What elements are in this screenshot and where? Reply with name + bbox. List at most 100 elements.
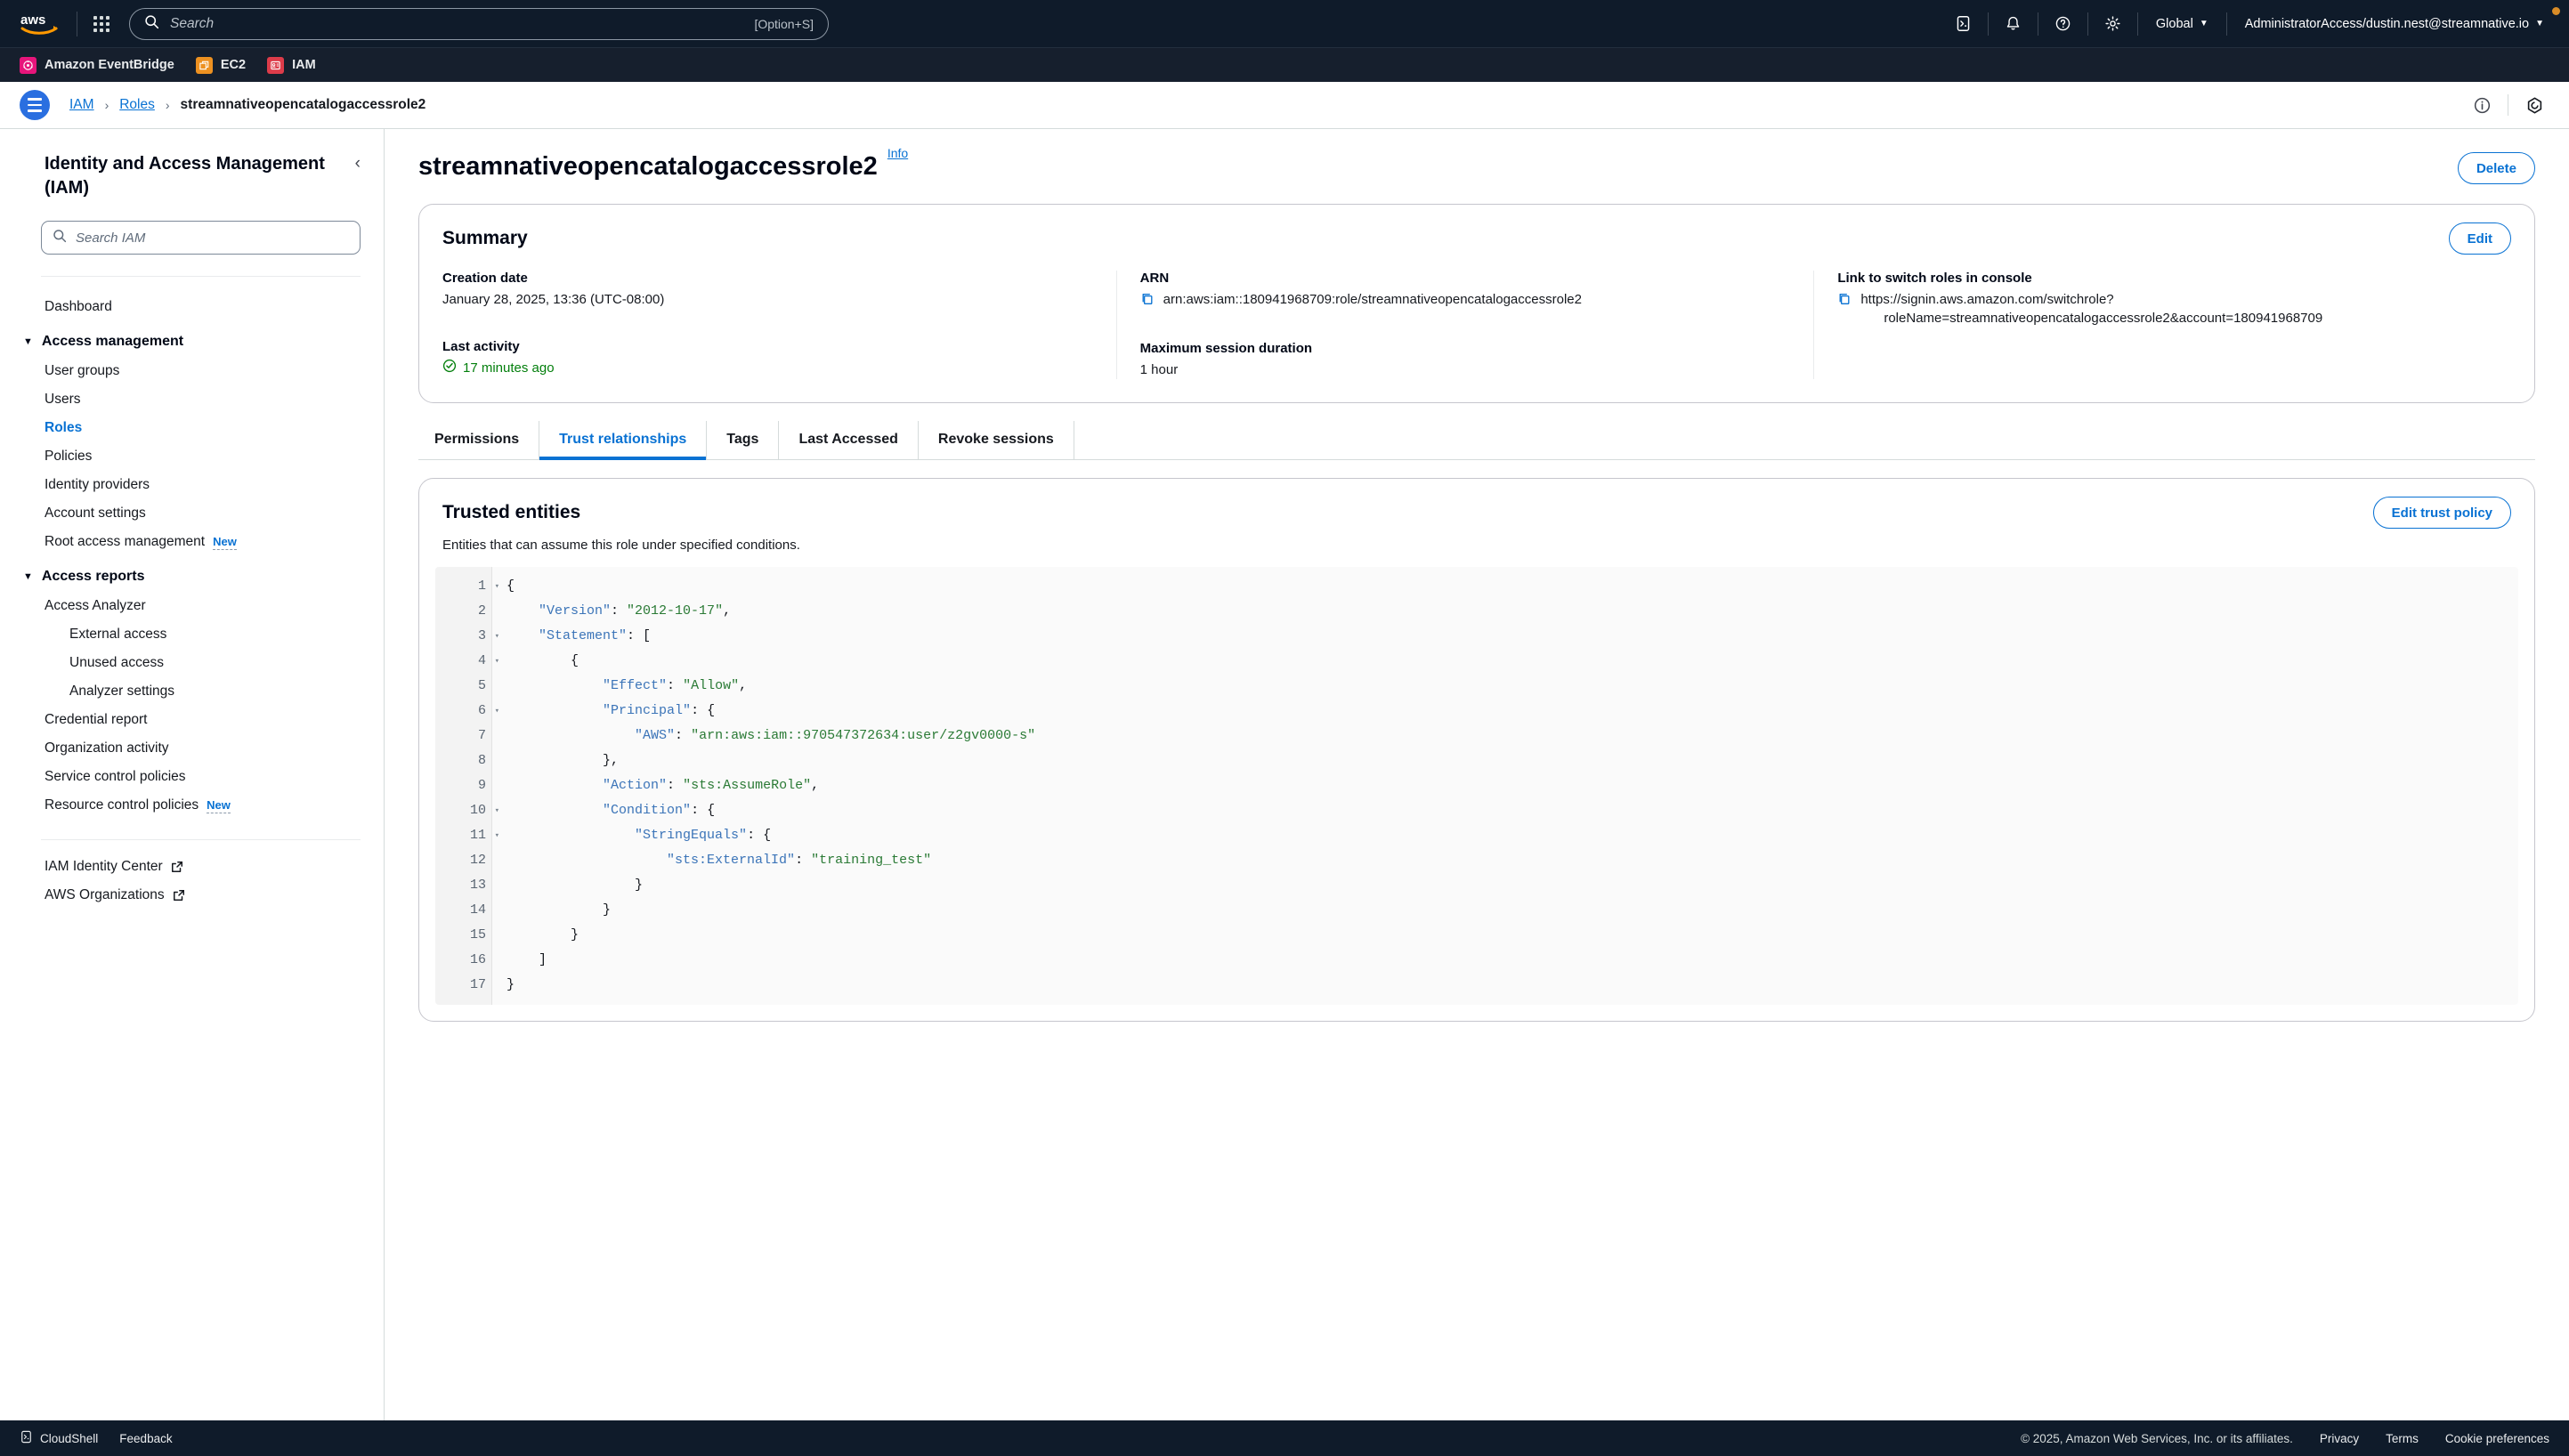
edit-trust-policy-button[interactable]: Edit trust policy (2373, 497, 2511, 529)
sidebar-item-unused-access[interactable]: Unused access (0, 649, 384, 677)
aws-logo[interactable]: aws (16, 9, 64, 39)
sidebar-group-access-management[interactable]: ▼ Access management (0, 321, 384, 357)
footer-cookie-preferences-link[interactable]: Cookie preferences (2445, 1432, 2549, 1445)
code-line-number: 2 (435, 599, 491, 624)
last-activity-block: Last activity 17 minutes ago (442, 339, 1093, 376)
trusted-entities-description: Entities that can assume this role under… (419, 529, 2534, 567)
cloudshell-icon[interactable] (1948, 9, 1979, 39)
code-line: } (507, 973, 2518, 998)
code-indent (507, 703, 603, 718)
footer-privacy-link[interactable]: Privacy (2320, 1432, 2359, 1445)
notifications-icon[interactable] (1998, 9, 2029, 39)
code-token-pun: : { (747, 828, 771, 843)
sidebar-item-resource-control-policies[interactable]: Resource control policies New (0, 791, 384, 820)
code-line: "Principal": { (507, 699, 2518, 724)
sidebar-item-policies[interactable]: Policies (0, 442, 384, 471)
trusted-entities-card: Trusted entities Edit trust policy Entit… (418, 478, 2535, 1022)
copy-icon[interactable] (1140, 292, 1155, 311)
sidebar-item-dashboard[interactable]: Dashboard (0, 293, 384, 321)
code-token-pun: , (723, 603, 731, 619)
sidebar-item-users[interactable]: Users (0, 385, 384, 414)
code-content[interactable]: { "Version": "2012-10-17", "Statement": … (492, 567, 2518, 1005)
code-fold-toggle-icon[interactable]: ▾ (495, 649, 499, 674)
eventbridge-icon (20, 57, 36, 74)
code-fold-toggle-icon[interactable]: ▾ (495, 699, 499, 724)
code-token-key: "Effect" (603, 678, 667, 693)
sidebar-item-iam-identity-center[interactable]: IAM Identity Center (0, 853, 384, 881)
favorite-ec2[interactable]: EC2 (196, 57, 246, 74)
copy-icon[interactable] (1837, 292, 1852, 311)
sidebar-group-label: Access reports (42, 569, 145, 585)
sidebar-item-account-settings[interactable]: Account settings (0, 499, 384, 528)
footer-cloudshell-button[interactable]: CloudShell (20, 1430, 98, 1446)
sidebar-item-user-groups[interactable]: User groups (0, 357, 384, 385)
summary-card: Summary Edit Creation date January 28, 2… (418, 204, 2535, 403)
code-line-number: 5 (435, 674, 491, 699)
code-fold-toggle-icon[interactable]: ▾ (495, 574, 499, 599)
help-icon[interactable] (2047, 9, 2079, 39)
side-menu-toggle-button[interactable] (20, 90, 50, 120)
notification-badge-dot (2552, 7, 2560, 15)
switch-link-value-row: https://signin.aws.amazon.com/switchrole… (1837, 290, 2488, 328)
code-token-pun: { (507, 578, 515, 594)
footer-copyright: © 2025, Amazon Web Services, Inc. or its… (2021, 1432, 2293, 1445)
tab-last-accessed[interactable]: Last Accessed (779, 421, 918, 459)
sidebar-item-credential-report[interactable]: Credential report (0, 706, 384, 734)
creation-date-block: Creation date January 28, 2025, 13:36 (U… (442, 271, 1093, 309)
info-link[interactable]: Info (887, 146, 908, 160)
sidebar-item-organization-activity[interactable]: Organization activity (0, 734, 384, 763)
delete-button[interactable]: Delete (2458, 152, 2535, 184)
edit-summary-button[interactable]: Edit (2449, 222, 2511, 255)
services-grid-icon[interactable] (86, 9, 117, 39)
code-token-key: "AWS" (635, 728, 675, 743)
sidebar-item-external-access[interactable]: External access (0, 620, 384, 649)
code-fold-toggle-icon[interactable]: ▾ (495, 798, 499, 823)
code-token-pun: , (739, 678, 747, 693)
favorites-bar: Amazon EventBridge EC2 IAM (0, 47, 2569, 82)
code-token-str: "2012-10-17" (627, 603, 723, 619)
sidebar-item-roles[interactable]: Roles (0, 414, 384, 442)
code-line-number: 8 (435, 748, 491, 773)
summary-column-dates: Creation date January 28, 2025, 13:36 (U… (442, 271, 1116, 379)
favorite-iam[interactable]: IAM (267, 57, 316, 74)
region-selector[interactable]: Global ▼ (2147, 17, 2217, 31)
footer-terms-link[interactable]: Terms (2386, 1432, 2419, 1445)
check-circle-icon (442, 359, 457, 376)
tab-tags[interactable]: Tags (707, 421, 779, 459)
sidebar-item-aws-organizations[interactable]: AWS Organizations (0, 881, 384, 910)
support-hexagon-icon[interactable] (2519, 90, 2549, 120)
code-fold-toggle-icon[interactable]: ▾ (495, 823, 499, 848)
settings-gear-icon[interactable] (2097, 9, 2128, 39)
sidebar-item-access-analyzer[interactable]: Access Analyzer (0, 592, 384, 620)
breadcrumb-item-iam[interactable]: IAM (69, 97, 94, 113)
switch-link-label: Link to switch roles in console (1837, 271, 2488, 286)
search-placeholder: Search (170, 16, 754, 32)
sidebar-item-service-control-policies[interactable]: Service control policies (0, 763, 384, 791)
tab-revoke-sessions[interactable]: Revoke sessions (919, 421, 1074, 459)
sidebar-item-root-access-management[interactable]: Root access management New (0, 528, 384, 556)
sidebar-search-input[interactable]: Search IAM (41, 221, 361, 255)
trust-policy-editor[interactable]: 1▾23▾4▾56▾78910▾11▾121314151617 { "Versi… (435, 567, 2518, 1005)
sidebar-item-identity-providers[interactable]: Identity providers (0, 471, 384, 499)
account-menu[interactable]: AdministratorAccess/dustin.nest@streamna… (2236, 17, 2553, 31)
sidebar-item-analyzer-settings[interactable]: Analyzer settings (0, 677, 384, 706)
tab-trust-relationships[interactable]: Trust relationships (539, 421, 707, 459)
code-token-pun: ] (539, 952, 547, 967)
sidebar-group-access-reports[interactable]: ▼ Access reports (0, 556, 384, 592)
sidebar-title: Identity and Access Management (IAM) (45, 152, 355, 199)
global-search-input[interactable]: Search [Option+S] (129, 8, 829, 40)
info-circle-icon[interactable] (2467, 90, 2497, 120)
iam-icon (267, 57, 284, 74)
favorite-amazon-eventbridge[interactable]: Amazon EventBridge (20, 57, 174, 74)
tab-permissions[interactable]: Permissions (418, 421, 539, 459)
code-token-pun: : (667, 678, 683, 693)
main-shell: Identity and Access Management (IAM) ‹ S… (0, 129, 2569, 1420)
code-token-pun: : [ (627, 628, 651, 643)
footer-feedback-link[interactable]: Feedback (119, 1432, 172, 1445)
chevron-left-icon[interactable]: ‹ (355, 152, 361, 174)
code-indent (507, 952, 539, 967)
arn-value: arn:aws:iam::180941968709:role/streamnat… (1163, 290, 1582, 309)
code-token-str: "Allow" (683, 678, 739, 693)
code-fold-toggle-icon[interactable]: ▾ (495, 624, 499, 649)
breadcrumb-item-roles[interactable]: Roles (119, 97, 155, 113)
